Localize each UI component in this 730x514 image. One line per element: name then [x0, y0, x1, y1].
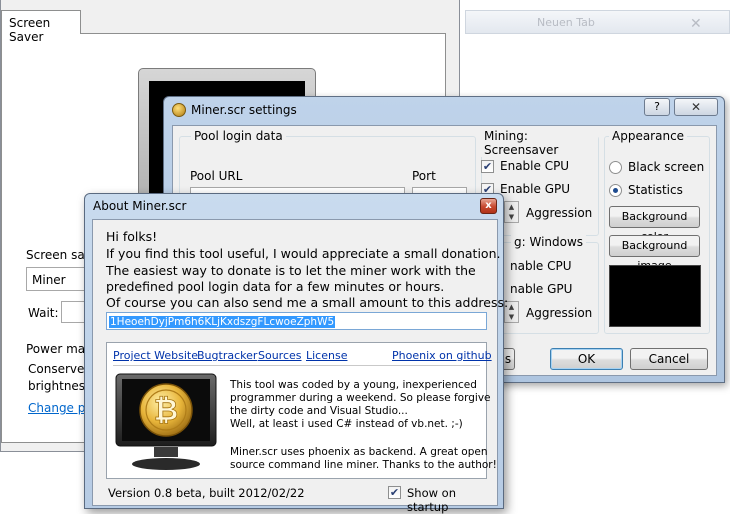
sources-link[interactable]: Sources	[258, 349, 302, 362]
pool-login-group-title: Pool login data	[191, 129, 286, 143]
ok-button[interactable]: OK	[550, 348, 623, 370]
links-divider	[113, 365, 480, 366]
windows-enable-cpu-label: nable CPU	[510, 259, 572, 273]
statistics-radio[interactable]	[609, 184, 622, 197]
power-management-group-label: Power man	[26, 342, 93, 356]
wait-label: Wait:	[28, 306, 59, 320]
miner-app-icon	[172, 103, 186, 117]
statistics-label: Statistics	[628, 183, 683, 197]
about-dialog-client-area: Hi folks! If you find this tool useful, …	[92, 219, 508, 514]
screensaver-enable-cpu-checkbox[interactable]: ✔	[481, 160, 494, 173]
black-screen-label: Black screen	[628, 160, 705, 174]
background-browser-toolbar: Neuen Tab ✕	[455, 0, 730, 40]
black-screen-radio[interactable]	[609, 161, 622, 174]
donation-address-field[interactable]: 1HeoehDyjPm6h6KLjKxdszgFLcwoeZphW5	[106, 312, 487, 330]
description-line: Well, at least i used C# instead of vb.n…	[230, 418, 463, 430]
project-website-link[interactable]: Project Website	[113, 349, 198, 362]
appearance-preview	[609, 265, 701, 327]
appearance-group: Appearance Black screen Statistics Backg…	[604, 129, 710, 334]
screensaver-aggression-spinner[interactable]: ▲ ▼	[504, 201, 519, 223]
about-text-line: The easiest way to donate is to let the …	[106, 263, 476, 278]
pool-url-label: Pool URL	[190, 169, 243, 183]
description-line: source command line miner. Thanks to the…	[230, 459, 497, 471]
about-dialog-title: About Miner.scr	[93, 199, 187, 213]
description-line: the dirty code and Visual Studio...	[230, 405, 408, 417]
screensaver-enable-gpu-label: Enable GPU	[500, 182, 571, 196]
background-tab-label: Neuen Tab	[537, 16, 595, 29]
windows-aggression-label: Aggression	[526, 306, 593, 320]
about-dialog-window: About Miner.scr x Hi folks! If you find …	[84, 193, 508, 514]
screensaver-enable-cpu-label: Enable CPU	[500, 159, 570, 173]
power-description-line2: brightness	[28, 379, 92, 393]
show-on-startup-checkbox[interactable]: ✔	[388, 486, 401, 499]
bitcoin-monitor-logo-icon: ₿	[115, 373, 217, 470]
version-label: Version 0.8 beta, built 2012/02/22	[108, 486, 305, 500]
donation-address-text: 1HeoehDyjPm6h6KLjKxdszgFLcwoeZphW5	[109, 316, 336, 328]
appearance-title: Appearance	[609, 129, 688, 143]
mining-windows-title: g: Windows	[511, 235, 587, 249]
show-on-startup-label: Show on startup	[407, 486, 457, 514]
background-color-button[interactable]: Background color	[609, 206, 700, 243]
background-close-icon: ✕	[690, 16, 702, 32]
mining-screensaver-title: Mining: Screensaver	[481, 129, 598, 157]
background-image-button[interactable]: Background image	[609, 235, 700, 272]
about-greeting: Hi folks!	[106, 229, 158, 244]
port-label: Port	[412, 169, 436, 183]
about-close-button[interactable]: x	[480, 198, 497, 214]
about-info-panel: Project Website Bugtracker Sources Licen…	[106, 342, 497, 479]
description-line: This tool was coded by a young, inexperi…	[230, 379, 477, 391]
license-link[interactable]: License	[306, 349, 347, 362]
phoenix-github-link[interactable]: Phoenix on github	[392, 349, 492, 362]
windows-enable-gpu-label: nable GPU	[510, 282, 573, 296]
cancel-button[interactable]: Cancel	[630, 348, 708, 370]
close-button[interactable]: ✕	[674, 98, 718, 116]
change-power-settings-link[interactable]: Change po	[28, 401, 93, 415]
description-line: programmer during a weekend. So please f…	[230, 392, 491, 404]
help-button[interactable]: ?	[644, 98, 670, 116]
description-line: Miner.scr uses phoenix as backend. A gre…	[230, 446, 488, 458]
about-text-line: Of course you can also send me a small a…	[106, 295, 509, 310]
svg-text:₿: ₿	[154, 393, 178, 428]
about-text-line: predefined pool login data for a few min…	[106, 279, 445, 294]
miner-settings-title: Miner.scr settings	[191, 103, 297, 117]
bugtracker-link[interactable]: Bugtracker	[197, 349, 257, 362]
screensaver-aggression-label: Aggression	[526, 206, 593, 220]
tab-screen-saver[interactable]: Screen Saver	[1, 10, 81, 44]
about-text-line: If you find this tool useful, I would ap…	[106, 246, 501, 261]
